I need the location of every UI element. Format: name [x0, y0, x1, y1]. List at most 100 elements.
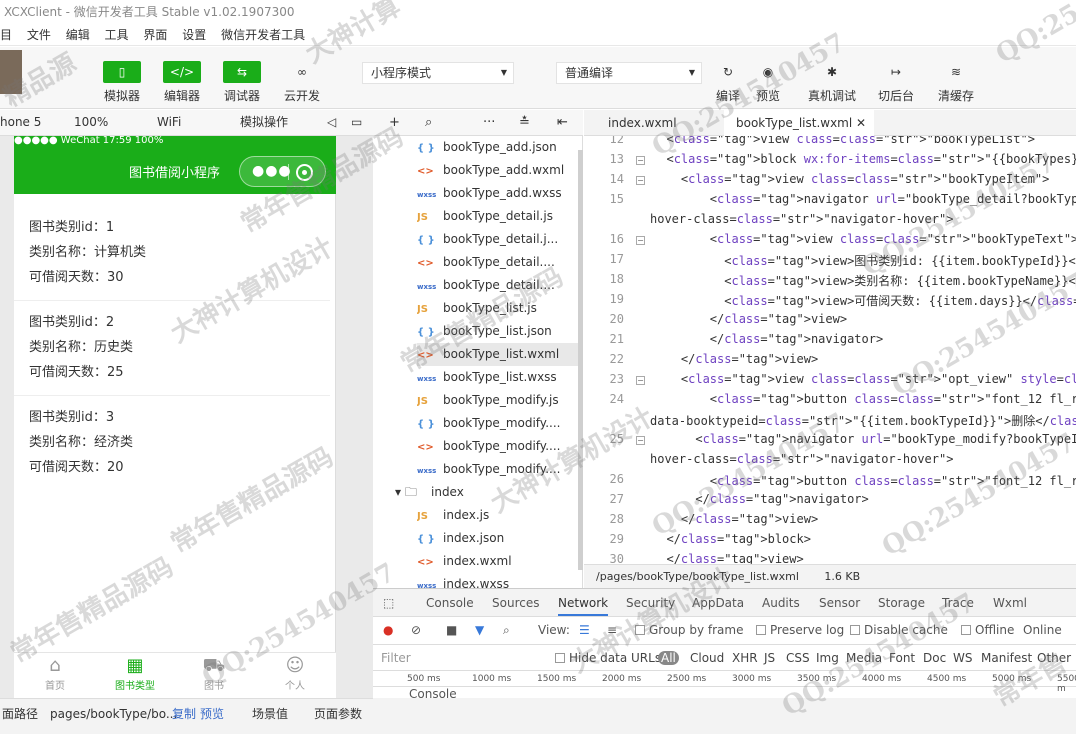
search-icon[interactable]: ⌕: [425, 110, 432, 135]
code-editor[interactable]: 12 <class="tag">view class=class="str">"…: [584, 136, 1076, 564]
devtab-storage[interactable]: Storage: [878, 596, 925, 610]
fold-toggle-icon[interactable]: −: [636, 436, 645, 445]
search-icon[interactable]: ⌕: [503, 623, 510, 638]
devtab-security[interactable]: Security: [626, 596, 675, 610]
clear-icon[interactable]: ⊘: [411, 623, 421, 637]
menu-item-edit[interactable]: 编辑: [66, 28, 90, 42]
inspect-icon[interactable]: ⬚: [383, 596, 394, 610]
copy-link[interactable]: 复制: [172, 699, 196, 729]
preview-link[interactable]: 预览: [200, 699, 224, 729]
file-item[interactable]: { } bookType_detail.j...: [417, 228, 582, 251]
camera-icon[interactable]: ■: [446, 623, 457, 637]
locate-icon[interactable]: ⇤: [557, 110, 568, 135]
hide-data-urls-checkbox[interactable]: Hide data URLs: [555, 651, 661, 665]
menu-item-settings[interactable]: 设置: [182, 28, 206, 42]
filter-icon[interactable]: ▼: [475, 623, 484, 637]
more-icon[interactable]: ●●●: [252, 163, 292, 179]
tab-book-types[interactable]: ▦ 图书类型: [110, 655, 160, 692]
devtab-sources[interactable]: Sources: [492, 596, 539, 610]
devtab-audits[interactable]: Audits: [762, 596, 800, 610]
tree-scrollbar[interactable]: [578, 150, 583, 570]
preserve-log-checkbox[interactable]: Preserve log: [756, 623, 844, 637]
tab-profile[interactable]: ☺ 个人: [270, 655, 320, 692]
simulate-select[interactable]: 模拟操作: [240, 110, 288, 135]
type-css[interactable]: CSS: [786, 651, 810, 665]
file-item[interactable]: { } bookType_add.json: [417, 136, 582, 159]
clear-cache-button[interactable]: ≋ 清缓存: [932, 61, 980, 104]
file-item[interactable]: <> bookType_modify....: [417, 435, 582, 458]
tab-index-wxml[interactable]: index.wxml: [596, 110, 716, 136]
file-item[interactable]: JS bookType_list.js: [417, 297, 582, 320]
device-select[interactable]: hone 5: [0, 110, 41, 135]
devtab-console[interactable]: Console: [426, 596, 474, 610]
file-item[interactable]: wxss bookType_modify....: [417, 458, 582, 481]
file-item[interactable]: { } bookType_modify....: [417, 412, 582, 435]
menu-item-view[interactable]: 界面: [143, 28, 167, 42]
type-other[interactable]: Other: [1037, 651, 1071, 665]
file-item[interactable]: JS index.js: [417, 504, 582, 527]
file-item[interactable]: wxss bookType_add.wxss: [417, 182, 582, 205]
scene-link[interactable]: 场景值: [252, 699, 288, 729]
add-icon[interactable]: +: [389, 110, 400, 135]
menu-item-devtools[interactable]: 微信开发者工具: [221, 28, 305, 42]
offline-checkbox[interactable]: Offline: [961, 623, 1014, 637]
close-icon[interactable]: [296, 164, 313, 181]
tab-booktype-list-wxml[interactable]: bookType_list.wxml ✕: [724, 110, 874, 136]
close-icon[interactable]: ✕: [856, 116, 866, 130]
filter-input[interactable]: Filter: [381, 651, 411, 665]
waterfall-icon[interactable]: ≡: [607, 623, 617, 637]
list-item[interactable]: 图书类别id：2 类别名称：历史类 可借阅天数：25: [14, 301, 330, 396]
type-font[interactable]: Font: [889, 651, 915, 665]
menu-item-tools[interactable]: 工具: [105, 28, 129, 42]
devtab-wxml[interactable]: Wxml: [993, 596, 1027, 610]
fold-toggle-icon[interactable]: −: [636, 236, 645, 245]
file-item[interactable]: { } bookType_list.json: [417, 320, 582, 343]
type-media[interactable]: Media: [846, 651, 882, 665]
record-icon[interactable]: ●: [383, 623, 393, 637]
window-icon[interactable]: ▭: [351, 110, 362, 135]
list-item[interactable]: 图书类别id：1 类别名称：计算机类 可借阅天数：30: [14, 204, 330, 301]
type-manifest[interactable]: Manifest: [981, 651, 1032, 665]
list-view-icon[interactable]: ☰: [579, 623, 590, 637]
throttle-select[interactable]: Online: [1023, 623, 1062, 637]
simulator-button[interactable]: ▯ 模拟器: [98, 61, 146, 104]
background-button[interactable]: ↦ 切后台: [872, 61, 920, 104]
file-item[interactable]: <> bookType_detail....: [417, 251, 582, 274]
tab-books[interactable]: ⛟ 图书: [189, 655, 239, 692]
menu-item-catalog[interactable]: 目: [0, 28, 12, 42]
compile-select[interactable]: 普通编译 ▼: [556, 62, 702, 84]
preview-button[interactable]: ◉ 预览: [744, 61, 792, 104]
type-doc[interactable]: Doc: [923, 651, 946, 665]
zoom-select[interactable]: 100%: [74, 110, 108, 135]
debugger-button[interactable]: ⇆ 调试器: [218, 61, 266, 104]
more-icon[interactable]: ···: [483, 110, 495, 135]
fold-toggle-icon[interactable]: −: [636, 156, 645, 165]
device-debug-button[interactable]: ✱ 真机调试: [802, 61, 862, 104]
list-item[interactable]: 图书类别id：3 类别名称：经济类 可借阅天数：20: [14, 396, 330, 491]
type-xhr[interactable]: XHR: [732, 651, 758, 665]
file-item[interactable]: { } index.json: [417, 527, 582, 550]
fold-toggle-icon[interactable]: −: [636, 176, 645, 185]
devtab-appdata[interactable]: AppData: [692, 596, 744, 610]
file-item[interactable]: wxss bookType_detail....: [417, 274, 582, 297]
file-item[interactable]: JS bookType_modify.js: [417, 389, 582, 412]
collapse-icon[interactable]: ≛: [519, 110, 530, 135]
type-ws[interactable]: WS: [953, 651, 972, 665]
type-js[interactable]: JS: [764, 651, 775, 665]
disable-cache-checkbox[interactable]: Disable cache: [850, 623, 948, 637]
mode-select[interactable]: 小程序模式 ▼: [362, 62, 514, 84]
type-all[interactable]: All: [658, 651, 679, 665]
menu-item-file[interactable]: 文件: [27, 28, 51, 42]
type-img[interactable]: Img: [816, 651, 839, 665]
group-by-frame-checkbox[interactable]: Group by frame: [635, 623, 743, 637]
cloud-button[interactable]: ∞ 云开发: [278, 61, 326, 104]
page-params-link[interactable]: 页面参数: [314, 699, 362, 729]
network-select[interactable]: WiFi: [157, 110, 181, 135]
devtab-sensor[interactable]: Sensor: [819, 596, 860, 610]
devtab-network[interactable]: Network: [558, 596, 609, 616]
avatar[interactable]: [0, 50, 22, 94]
tab-home[interactable]: ⌂ 首页: [30, 655, 80, 692]
fold-toggle-icon[interactable]: −: [636, 376, 645, 385]
file-item[interactable]: <> index.wxml: [417, 550, 582, 573]
devtab-trace[interactable]: Trace: [942, 596, 974, 610]
